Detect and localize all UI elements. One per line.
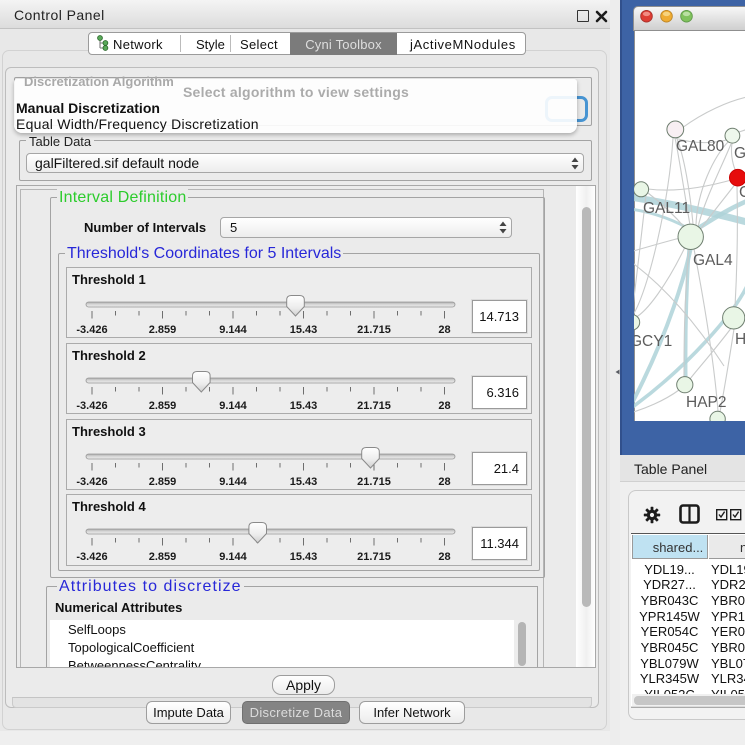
svg-text:HAP2: HAP2	[686, 394, 727, 411]
svg-text:28: 28	[438, 324, 450, 336]
svg-text:GAL11: GAL11	[643, 200, 690, 217]
svg-text:21.715: 21.715	[357, 324, 391, 336]
svg-text:C: C	[739, 184, 745, 201]
svg-text:28: 28	[438, 551, 450, 563]
svg-text:GAL80: GAL80	[676, 138, 725, 155]
svg-text:28: 28	[438, 400, 450, 412]
svg-text:21.715: 21.715	[357, 400, 391, 412]
svg-text:9.144: 9.144	[219, 551, 247, 563]
svg-text:15.43: 15.43	[290, 476, 318, 488]
svg-text:15.43: 15.43	[290, 324, 318, 336]
svg-text:H: H	[735, 331, 745, 348]
svg-text:2.859: 2.859	[149, 551, 177, 563]
svg-text:-3.426: -3.426	[76, 324, 107, 336]
svg-text:9.144: 9.144	[219, 476, 247, 488]
svg-text:GCY1: GCY1	[634, 333, 672, 350]
svg-text:2.859: 2.859	[149, 476, 177, 488]
svg-text:-3.426: -3.426	[76, 476, 107, 488]
svg-text:21.715: 21.715	[357, 476, 391, 488]
svg-text:28: 28	[438, 476, 450, 488]
svg-text:15.43: 15.43	[290, 551, 318, 563]
svg-text:9.144: 9.144	[219, 400, 247, 412]
svg-text:21.715: 21.715	[357, 551, 391, 563]
svg-text:15.43: 15.43	[290, 400, 318, 412]
svg-text:9.144: 9.144	[219, 324, 247, 336]
svg-text:2.859: 2.859	[149, 400, 177, 412]
svg-text:GAL4: GAL4	[693, 252, 733, 269]
svg-text:-3.426: -3.426	[76, 400, 107, 412]
svg-text:G.: G.	[734, 145, 745, 162]
svg-text:-3.426: -3.426	[76, 551, 107, 563]
svg-text:2.859: 2.859	[149, 324, 177, 336]
